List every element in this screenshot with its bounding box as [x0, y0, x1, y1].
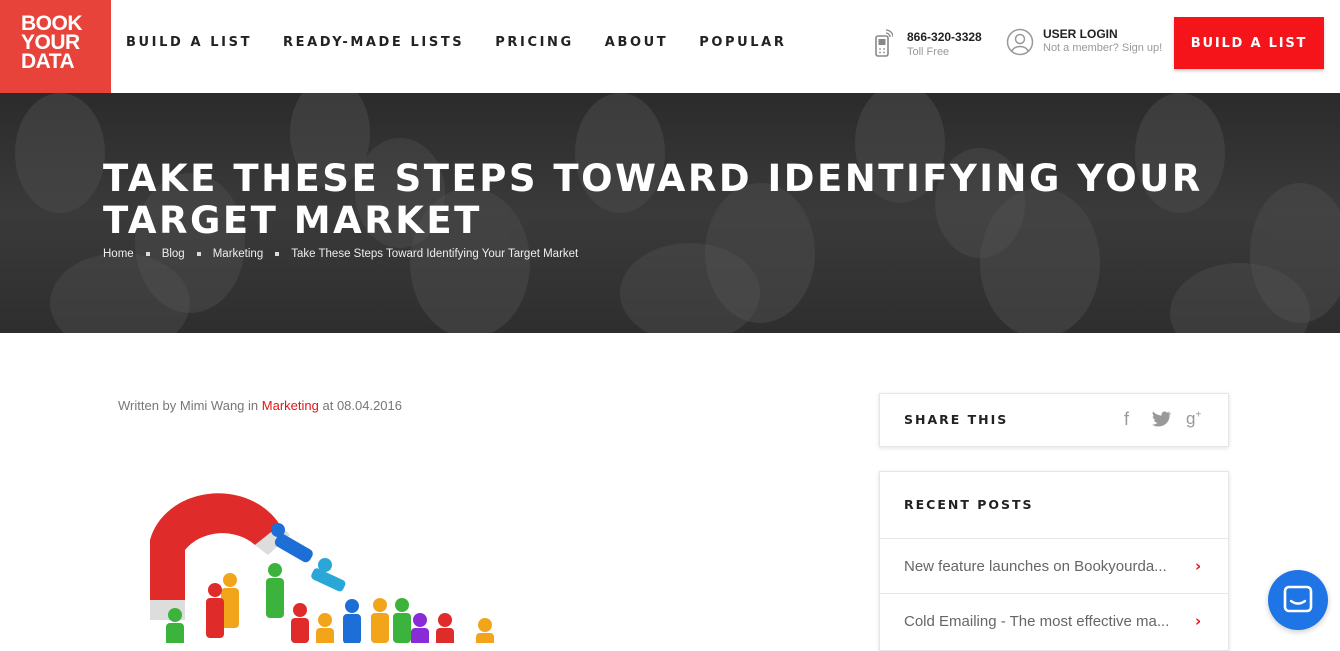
- share-card: SHARE THIS f g+: [879, 393, 1229, 447]
- people-figures: [166, 523, 494, 643]
- google-plus-icon[interactable]: g+: [1186, 409, 1201, 429]
- logo-line-3: DATA: [21, 50, 75, 73]
- facebook-icon[interactable]: f: [1124, 409, 1129, 430]
- recent-post-link[interactable]: New feature launches on Bookyourda...: [904, 558, 1204, 575]
- main-nav: BUILD A LIST READY-MADE LISTS PRICING AB…: [126, 35, 816, 50]
- hero-banner: TAKE THESE STEPS TOWARD IDENTIFYING YOUR…: [0, 93, 1340, 333]
- author-text: Written by Mimi Wang in: [118, 398, 259, 413]
- article-meta: Written by Mimi Wang in Marketing at 08.…: [118, 398, 402, 413]
- nav-popular[interactable]: POPULAR: [699, 35, 786, 50]
- recent-posts-card: RECENT POSTS New feature launches on Boo…: [879, 471, 1229, 651]
- chevron-right-icon[interactable]: ›: [1195, 557, 1201, 575]
- breadcrumb-current: Take These Steps Toward Identifying Your…: [291, 248, 579, 260]
- phone-icon: [875, 29, 893, 57]
- nav-build-a-list[interactable]: BUILD A LIST: [126, 35, 252, 50]
- breadcrumb-blog[interactable]: Blog: [162, 248, 185, 260]
- breadcrumb-marketing[interactable]: Marketing: [213, 248, 264, 260]
- phone-number[interactable]: 866-320-3328: [907, 30, 982, 44]
- divider: [880, 593, 1228, 594]
- breadcrumb-separator: [145, 252, 150, 256]
- phone-label: Toll Free: [907, 46, 950, 58]
- logo[interactable]: BOOK YOUR DATA: [0, 0, 111, 93]
- build-a-list-button[interactable]: BUILD A LIST: [1174, 17, 1324, 69]
- nav-pricing[interactable]: PRICING: [495, 35, 574, 50]
- breadcrumb-separator: [196, 252, 201, 256]
- category-link[interactable]: Marketing: [262, 398, 319, 413]
- divider: [880, 538, 1228, 539]
- nav-ready-made-lists[interactable]: READY-MADE LISTS: [283, 35, 464, 50]
- share-title: SHARE THIS: [904, 412, 1009, 427]
- breadcrumb-home[interactable]: Home: [103, 248, 134, 260]
- date-text: at 08.04.2016: [322, 398, 403, 413]
- breadcrumb: Home Blog Marketing Take These Steps Tow…: [103, 248, 578, 260]
- recent-post-link[interactable]: Cold Emailing - The most effective ma...: [904, 613, 1204, 630]
- recent-posts-title: RECENT POSTS: [904, 497, 1034, 512]
- chevron-right-icon[interactable]: ›: [1195, 612, 1201, 630]
- twitter-icon[interactable]: [1152, 411, 1172, 427]
- page-title: TAKE THESE STEPS TOWARD IDENTIFYING YOUR…: [103, 157, 1203, 242]
- breadcrumb-separator: [275, 252, 280, 256]
- chat-icon: [1283, 585, 1313, 613]
- nav-about[interactable]: ABOUT: [605, 35, 668, 50]
- signup-link[interactable]: Not a member? Sign up!: [1043, 42, 1162, 54]
- site-header: BOOK YOUR DATA BUILD A LIST READY-MADE L…: [0, 0, 1340, 93]
- user-login-link[interactable]: USER LOGIN: [1043, 27, 1118, 41]
- magnet-people-illustration: [150, 493, 494, 643]
- chat-launcher-button[interactable]: [1268, 570, 1328, 630]
- user-icon[interactable]: [1006, 28, 1034, 56]
